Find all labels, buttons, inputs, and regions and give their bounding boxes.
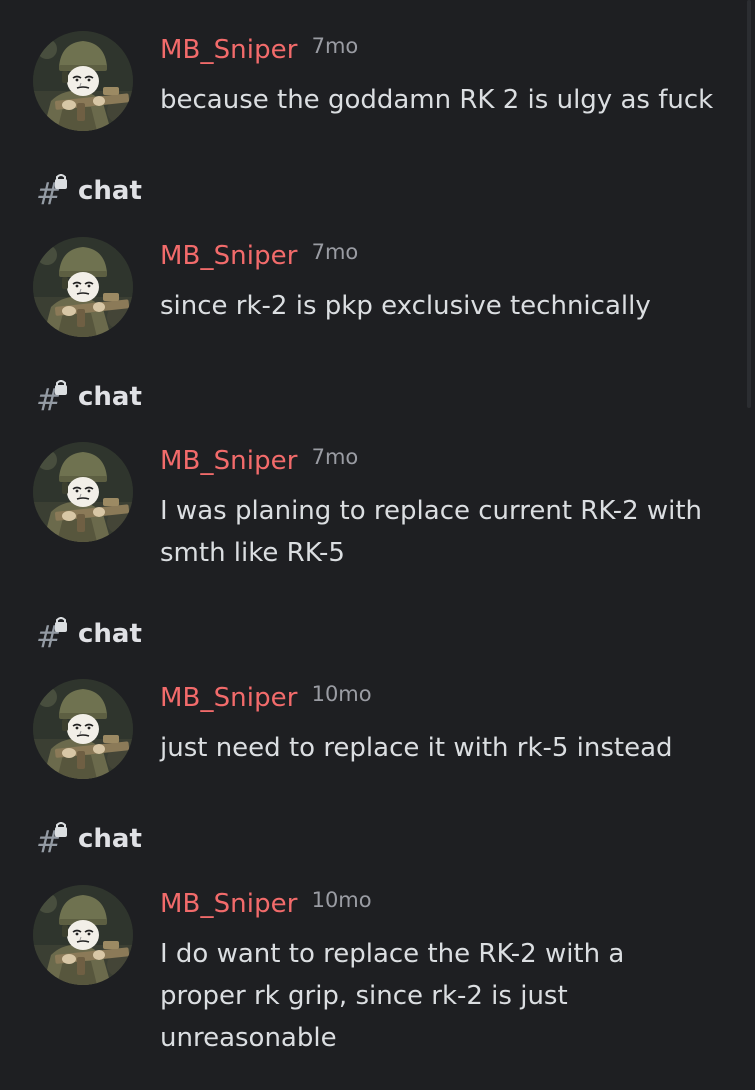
soldier-avatar-icon[interactable]	[33, 442, 133, 542]
username[interactable]: MB_Sniper	[160, 241, 298, 271]
message-text: I do want to replace the RK-2 with a pro…	[160, 939, 625, 1053]
message-header: MB_Sniper 10mo	[160, 888, 372, 923]
locked-text-channel-icon	[36, 380, 68, 416]
locked-text-channel-icon	[36, 617, 68, 653]
username[interactable]: MB_Sniper	[160, 446, 298, 476]
message-header: MB_Sniper 7mo	[160, 34, 359, 69]
soldier-avatar-icon[interactable]	[33, 31, 133, 131]
channel-name: chat	[78, 824, 142, 854]
username[interactable]: MB_Sniper	[160, 35, 298, 65]
message-text: since rk-2 is pkp exclusive technically	[160, 291, 651, 321]
message-result[interactable]: MB_Sniper 7mo because the goddamn RK 2 is…	[0, 31, 740, 131]
timestamp[interactable]: 7mo	[312, 34, 359, 58]
search-results-feed: MB_Sniper 7mo because the goddamn RK 2 is…	[0, 0, 755, 1090]
message-result[interactable]: MB_Sniper 10mo just need to replace it wi…	[0, 679, 740, 779]
channel-name: chat	[78, 176, 142, 206]
message-text: because the goddamn RK 2 is ulgy as fuck	[160, 85, 714, 115]
channel-name: chat	[78, 619, 142, 649]
message-result[interactable]: MB_Sniper 10mo I do want to replace the R…	[0, 885, 740, 1065]
channel-name: chat	[78, 382, 142, 412]
message-result[interactable]: MB_Sniper 7mo since rk-2 is pkp exclusive…	[0, 237, 740, 337]
locked-text-channel-icon	[36, 822, 68, 858]
timestamp[interactable]: 10mo	[312, 888, 372, 912]
username[interactable]: MB_Sniper	[160, 889, 298, 919]
message-text: just need to replace it with rk-5 instea…	[160, 733, 673, 763]
message-text: I was planing to replace current RK-2 wi…	[160, 496, 703, 568]
message-header: MB_Sniper 7mo	[160, 240, 359, 275]
soldier-avatar-icon[interactable]	[33, 679, 133, 779]
message-header: MB_Sniper 7mo	[160, 445, 359, 480]
timestamp[interactable]: 10mo	[312, 682, 372, 706]
scrollbar-thumb[interactable]	[747, 0, 751, 408]
timestamp[interactable]: 7mo	[312, 445, 359, 469]
message-result[interactable]: MB_Sniper 7mo I was planing to replace cu…	[0, 442, 740, 572]
message-header: MB_Sniper 10mo	[160, 682, 372, 717]
soldier-avatar-icon[interactable]	[33, 885, 133, 985]
timestamp[interactable]: 7mo	[312, 240, 359, 264]
username[interactable]: MB_Sniper	[160, 683, 298, 713]
locked-text-channel-icon	[36, 174, 68, 210]
soldier-avatar-icon[interactable]	[33, 237, 133, 337]
